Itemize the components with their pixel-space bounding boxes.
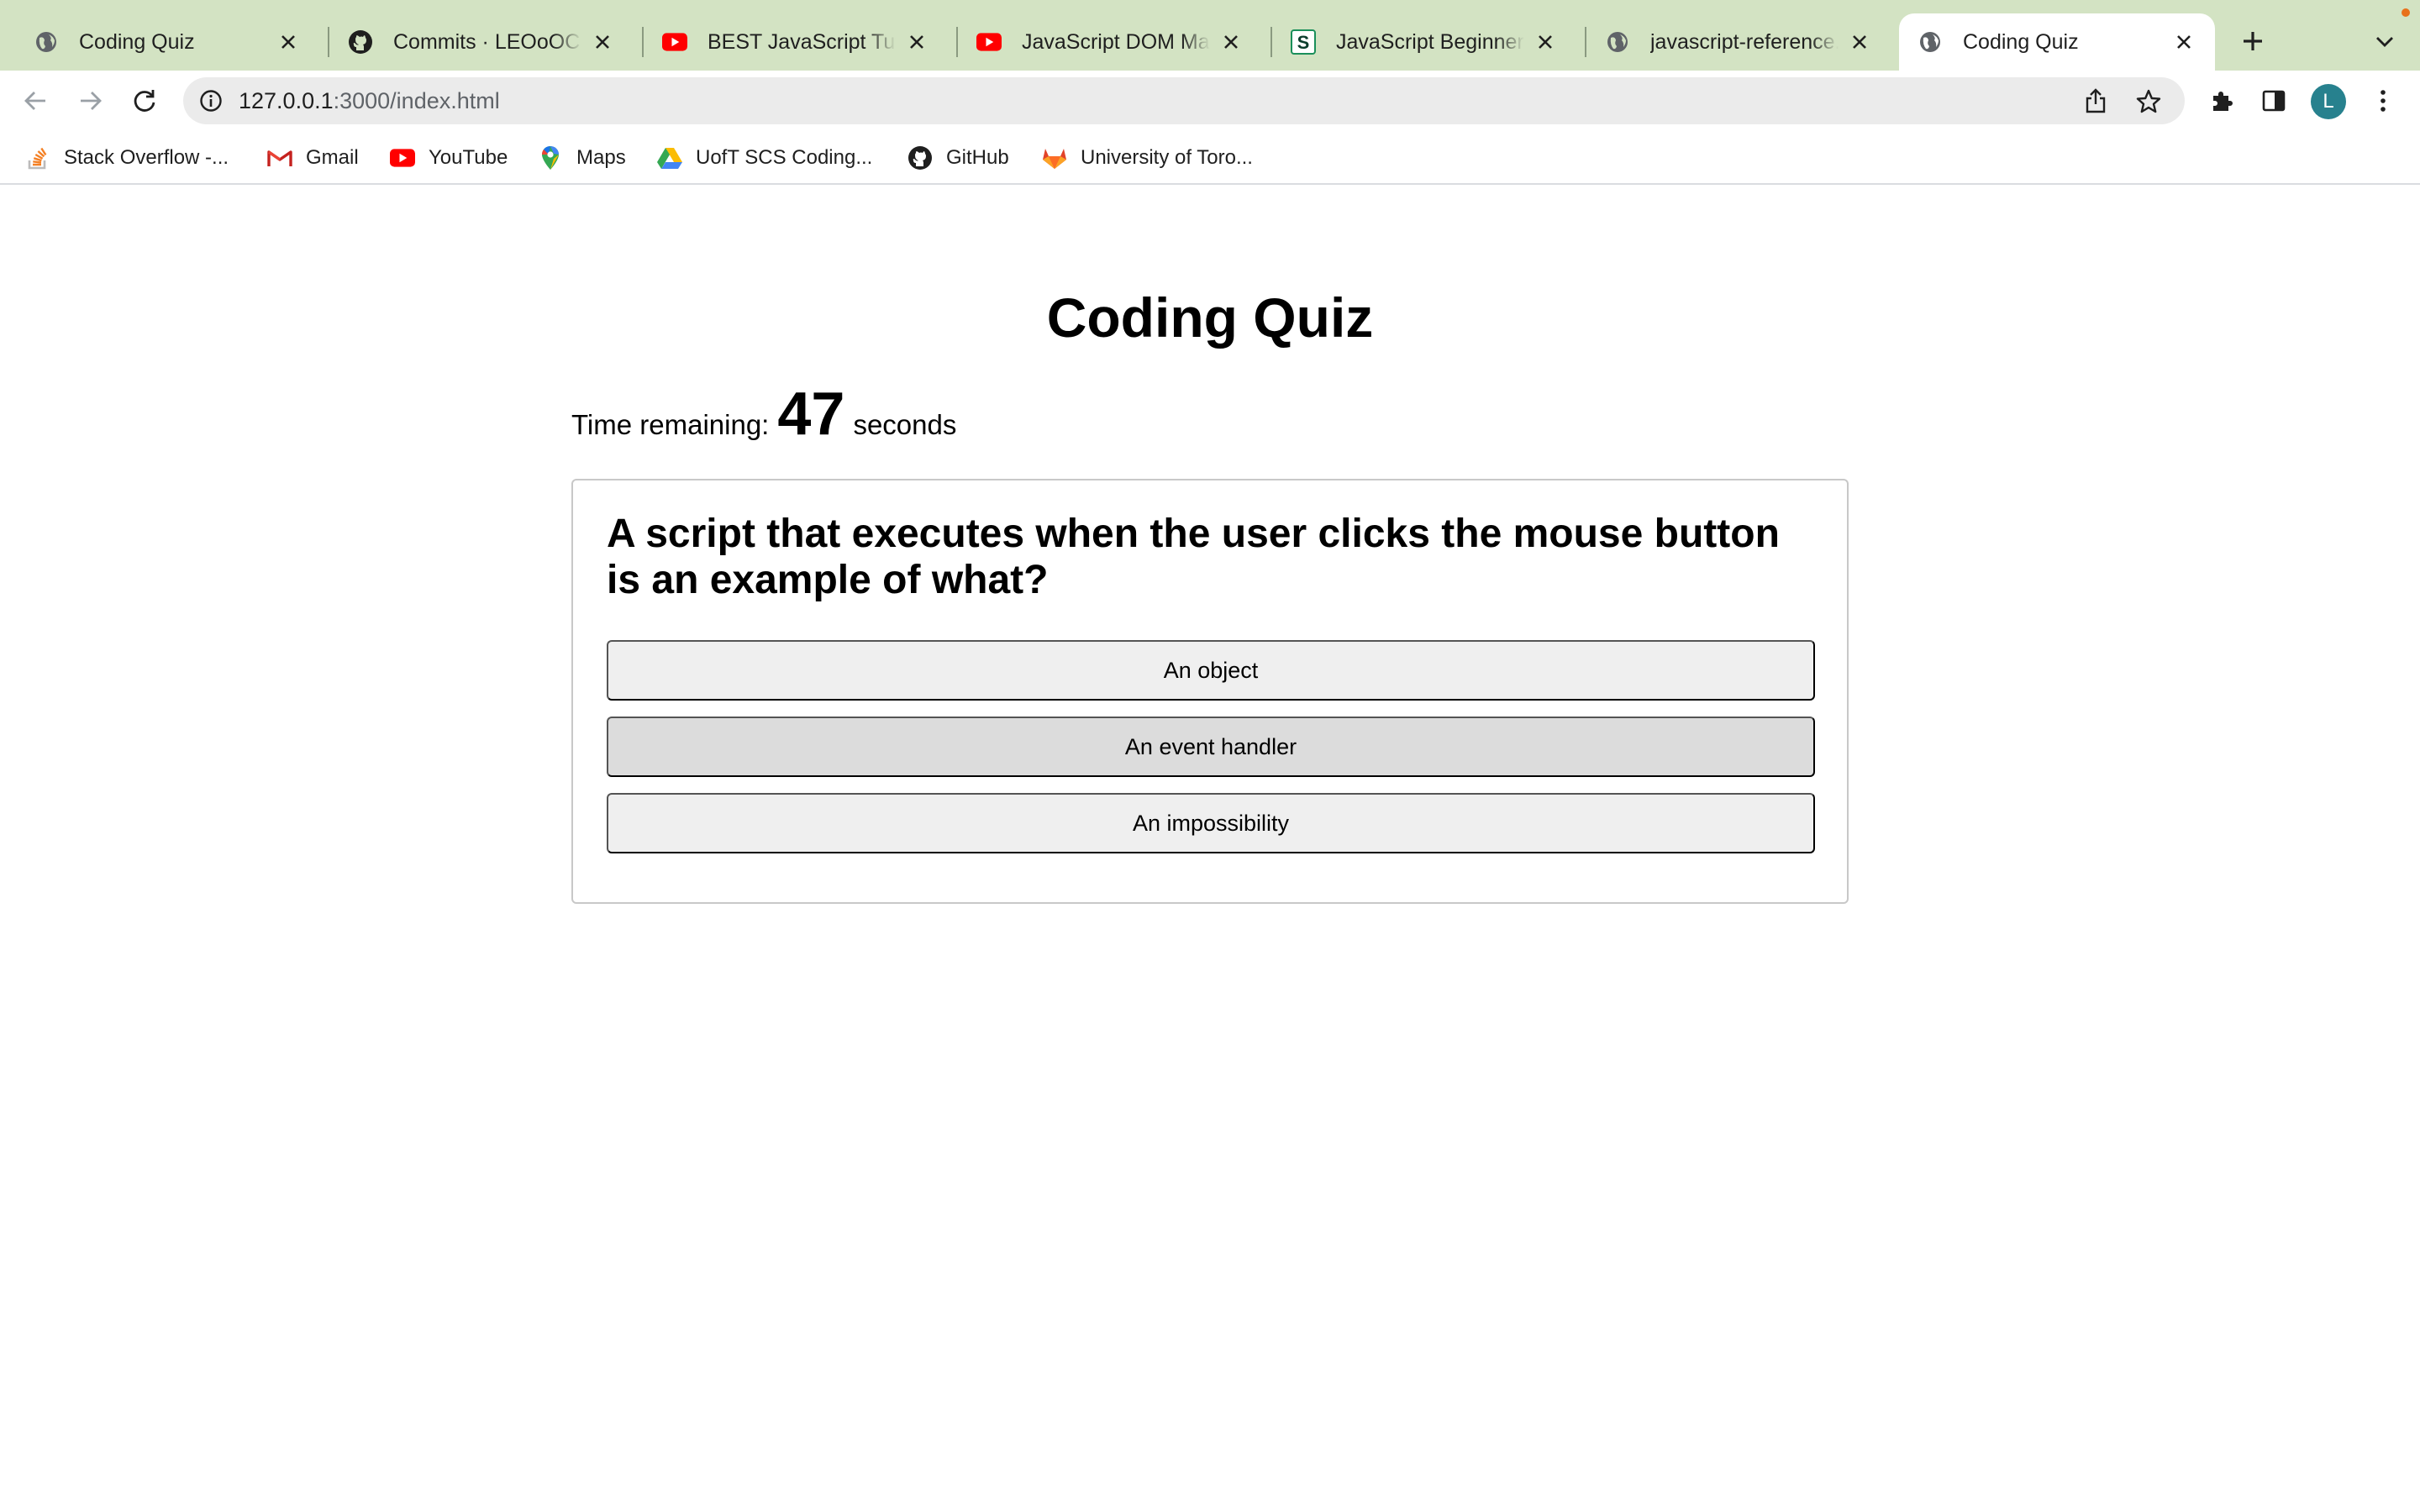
bookmark-label: Gmail xyxy=(306,146,359,169)
extensions-button[interactable] xyxy=(2203,82,2240,119)
back-button[interactable] xyxy=(17,82,54,119)
tab-js-beginner-cheatsheet[interactable]: S JavaScript Beginner Cheatsheet xyxy=(1272,13,1576,71)
chevron-down-icon xyxy=(2376,37,2393,47)
page-viewport: Coding Quiz Time remaining: 47 seconds A… xyxy=(0,186,2420,1512)
stackoverflow-icon xyxy=(25,145,50,171)
close-icon[interactable] xyxy=(904,29,929,55)
bookmarks-bar: Stack Overflow -... Gmail YouTube Maps U… xyxy=(0,131,2420,185)
close-icon[interactable] xyxy=(276,29,301,55)
info-icon[interactable] xyxy=(198,88,224,113)
star-icon[interactable] xyxy=(2134,87,2163,116)
github-icon xyxy=(908,145,933,171)
close-icon[interactable] xyxy=(1533,29,1558,55)
bookmark-university-of-toronto[interactable]: University of Toro... xyxy=(1042,139,1253,176)
bookmark-label: GitHub xyxy=(946,146,1009,169)
address-bar[interactable]: 127.0.0.1:3000/index.html xyxy=(183,77,2185,124)
tab-js-dom-manipulation[interactable]: JavaScript DOM Manipulation xyxy=(958,13,1262,71)
url-text[interactable]: 127.0.0.1:3000/index.html xyxy=(239,77,500,124)
tab-title: JavaScript DOM Manipulation xyxy=(1022,29,1210,54)
bookmark-stack-overflow[interactable]: Stack Overflow -... xyxy=(25,139,229,176)
bookmark-label: Maps xyxy=(576,146,626,169)
youtube-icon xyxy=(976,29,1002,55)
globe-icon xyxy=(1605,29,1630,55)
page-title: Coding Quiz xyxy=(1046,286,1374,349)
forward-button[interactable] xyxy=(72,82,109,119)
answer-button-object[interactable]: An object xyxy=(607,640,1815,701)
timer: Time remaining: 47 seconds xyxy=(571,380,956,449)
arrow-right-icon xyxy=(81,92,102,110)
github-icon xyxy=(348,29,373,55)
side-panel-button[interactable] xyxy=(2255,82,2292,119)
quiz-card: A script that executes when the user cli… xyxy=(571,479,1849,904)
reload-button[interactable] xyxy=(126,82,163,119)
new-tab-button[interactable] xyxy=(2235,24,2270,59)
answer-button-event-handler[interactable]: An event handler xyxy=(607,717,1815,777)
update-indicator-dot xyxy=(2402,8,2410,17)
tab-strip: Coding Quiz Commits · LEOoOChan BEST Jav… xyxy=(0,0,2420,71)
tab-github-commits[interactable]: Commits · LEOoOChan xyxy=(329,13,634,71)
globe-icon xyxy=(1918,29,1943,55)
profile-avatar[interactable]: L xyxy=(2311,84,2346,119)
bookmark-github[interactable]: GitHub xyxy=(908,139,1009,176)
svg-text:S: S xyxy=(1297,32,1310,53)
answer-button-impossibility[interactable]: An impossibility xyxy=(607,793,1815,853)
close-icon[interactable] xyxy=(2171,29,2196,55)
close-icon[interactable] xyxy=(1847,29,1872,55)
close-icon[interactable] xyxy=(1218,29,1244,55)
tab-javascript-reference[interactable]: javascript-reference.pdf xyxy=(1586,13,1891,71)
share-icon[interactable] xyxy=(2082,87,2109,114)
bookmark-gmail[interactable]: Gmail xyxy=(267,139,359,176)
reload-icon xyxy=(134,90,155,112)
kebab-menu-icon xyxy=(2381,90,2386,112)
close-icon[interactable] xyxy=(590,29,615,55)
youtube-icon xyxy=(390,145,415,171)
question-text: A script that executes when the user cli… xyxy=(607,512,1780,602)
youtube-icon xyxy=(662,29,687,55)
bookmark-label: YouTube xyxy=(429,146,508,169)
browser-toolbar: 127.0.0.1:3000/index.html L xyxy=(0,71,2420,131)
bookmark-youtube[interactable]: YouTube xyxy=(390,139,508,176)
tab-title: BEST JavaScript Tutorial xyxy=(708,29,896,54)
bookmark-label: Stack Overflow -... xyxy=(64,146,229,169)
tab-best-js-tutorial[interactable]: BEST JavaScript Tutorial xyxy=(644,13,948,71)
bookmark-label: University of Toro... xyxy=(1081,146,1253,169)
globe-icon xyxy=(34,29,59,55)
browser-menu-button[interactable] xyxy=(2365,82,2402,119)
maps-pin-icon xyxy=(538,145,563,171)
gmail-icon xyxy=(267,145,292,171)
tab-coding-quiz-1[interactable]: Coding Quiz xyxy=(15,13,319,71)
s-logo-icon: S xyxy=(1291,29,1316,55)
tab-coding-quiz-active[interactable]: Coding Quiz xyxy=(1899,13,2215,71)
puzzle-icon xyxy=(2213,92,2233,111)
tab-title: Coding Quiz xyxy=(79,29,195,54)
timer-unit: seconds xyxy=(853,409,957,440)
tab-title: Commits · LEOoOChan xyxy=(393,29,581,54)
tab-title: javascript-reference.pdf xyxy=(1650,29,1839,54)
tab-title: Coding Quiz xyxy=(1963,29,2079,54)
timer-value: 47 xyxy=(777,381,845,448)
google-drive-icon xyxy=(657,145,682,171)
tab-search-button[interactable] xyxy=(2368,25,2402,59)
plus-icon xyxy=(2244,32,2262,50)
bookmark-label: UofT SCS Coding... xyxy=(696,146,873,169)
side-panel-icon xyxy=(2262,90,2286,112)
url-path: :3000/index.html xyxy=(333,88,500,113)
timer-label: Time remaining: xyxy=(571,409,770,440)
tab-title: JavaScript Beginner Cheatsheet xyxy=(1336,29,1524,54)
gitlab-icon xyxy=(1042,145,1067,171)
url-host: 127.0.0.1 xyxy=(239,88,334,113)
bookmark-maps[interactable]: Maps xyxy=(538,139,626,176)
bookmark-uoft-scs-coding[interactable]: UofT SCS Coding... xyxy=(657,139,872,176)
arrow-left-icon xyxy=(24,92,45,110)
